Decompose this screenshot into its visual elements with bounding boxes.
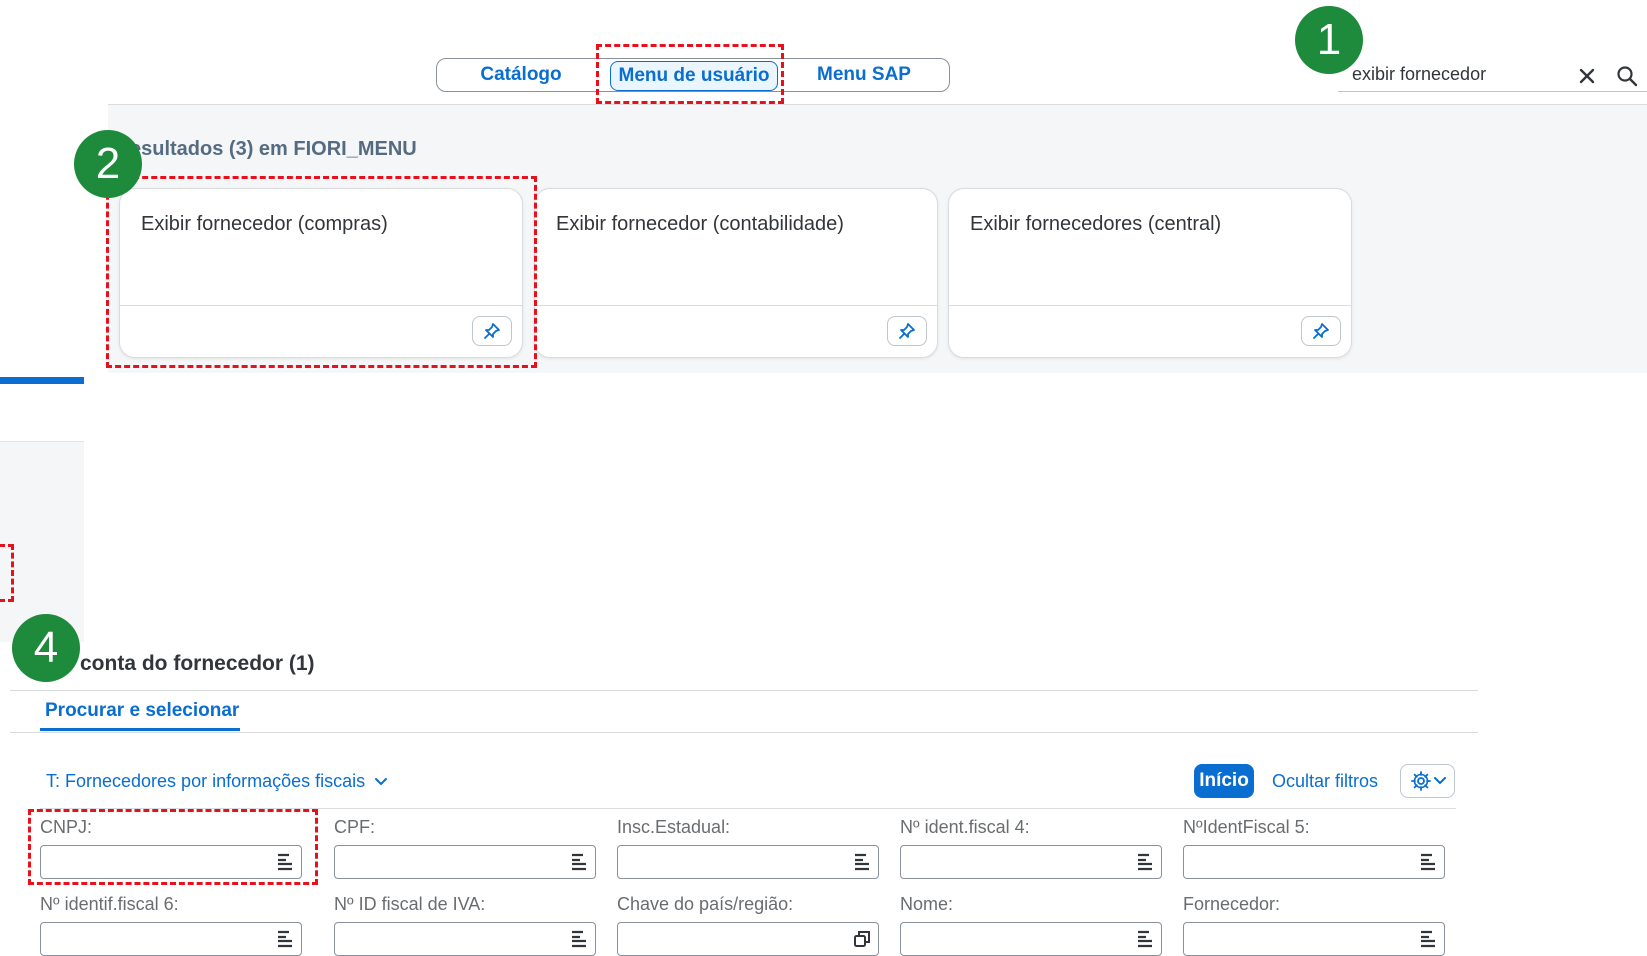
divider [40,808,1456,809]
view-switch: Catálogo Menu de usuário Menu SAP [436,58,950,92]
tile-exibir-fornecedor-compras[interactable]: Exibir fornecedor (compras) [119,188,523,358]
clear-icon[interactable] [1578,67,1596,85]
field-label-nome: Nome: [900,894,954,914]
value-help-icon[interactable] [1418,929,1438,949]
chevron-down-icon [1433,777,1446,785]
variant-label: T: Fornecedores por informações fiscais [46,771,366,791]
start-button[interactable]: Início [1194,764,1254,798]
field-label-insc-estadual: Insc.Estadual: [617,817,731,837]
tile-title: Exibir fornecedor (contabilidade) [556,213,844,235]
ident-fiscal-6-input[interactable] [40,922,302,956]
left-panel [0,441,84,642]
value-help-icon[interactable] [275,929,295,949]
value-help-icon[interactable] [569,929,589,949]
field-label-ident-fiscal-6: Nº identif.fiscal 6: [40,894,179,914]
field-label-cpf: CPF: [334,817,376,837]
tile-divider [535,305,937,306]
chave-pais-input[interactable] [617,922,879,956]
segment-catalogo[interactable]: Catálogo [437,59,605,91]
section-title: conta do fornecedor (1) [80,652,315,675]
step-badge-1: 1 [1295,6,1363,74]
step-badge-2: 2 [74,130,142,198]
field-label-chave-pais: Chave do país/região: [617,894,794,914]
ident-fiscal-5-input[interactable] [1183,845,1445,879]
search-icon[interactable] [1616,65,1638,87]
field-label-cnpj: CNPJ: [40,817,93,837]
tile-divider [120,305,522,306]
nome-input[interactable] [900,922,1162,956]
field-label-fornecedor: Fornecedor: [1183,894,1281,914]
value-help-icon[interactable] [1135,929,1155,949]
field-label-ident-fiscal-4: Nº ident.fiscal 4: [900,817,1030,837]
search-input-value: exibir fornecedor [1352,64,1487,84]
pin-icon [899,323,915,339]
pin-button[interactable] [1301,316,1341,346]
segment-menu-sap[interactable]: Menu SAP [781,59,947,91]
pin-button[interactable] [472,316,512,346]
pin-button[interactable] [887,316,927,346]
pin-icon [1313,323,1329,339]
tile-divider [949,305,1351,306]
tile-exibir-fornecedores-central[interactable]: Exibir fornecedores (central) [948,188,1352,358]
chevron-down-icon [375,778,388,786]
divider [10,690,1478,691]
divider [10,732,1478,733]
search-field[interactable]: exibir fornecedor [1338,59,1647,92]
tile-title: Exibir fornecedor (compras) [141,213,388,235]
value-help-icon[interactable] [1418,852,1438,872]
value-help-icon[interactable] [852,852,872,872]
pin-icon [484,323,500,339]
field-label-ident-fiscal-5: NºIdentFiscal 5: [1183,817,1310,837]
results-title: esultados (3) em FIORI_MENU [130,138,417,160]
tab-procurar-selecionar[interactable]: Procurar e selecionar [45,700,239,722]
value-help-icon[interactable] [1135,852,1155,872]
insc-estadual-input[interactable] [617,845,879,879]
tile-exibir-fornecedor-contabilidade[interactable]: Exibir fornecedor (contabilidade) [534,188,938,358]
id-fiscal-iva-input[interactable] [334,922,596,956]
tile-title: Exibir fornecedores (central) [970,213,1222,235]
tab-underline [40,728,240,731]
copy-icon[interactable] [852,929,872,949]
cpf-input[interactable] [334,845,596,879]
fornecedor-input[interactable] [1183,922,1445,956]
gear-icon [1410,771,1431,791]
ident-fiscal-4-input[interactable] [900,845,1162,879]
cnpj-input[interactable] [40,845,302,879]
left-nav-indicator [0,377,84,384]
field-label-id-fiscal-iva: Nº ID fiscal de IVA: [334,894,486,914]
value-help-icon[interactable] [569,852,589,872]
value-help-icon[interactable] [275,852,295,872]
step-badge-4: 4 [12,614,80,682]
settings-button[interactable] [1400,764,1455,798]
hide-filters-button[interactable]: Ocultar filtros [1272,771,1378,792]
variant-selector[interactable]: T: Fornecedores por informações fiscais [46,771,388,792]
segment-menu-usuario[interactable]: Menu de usuário [610,61,778,91]
